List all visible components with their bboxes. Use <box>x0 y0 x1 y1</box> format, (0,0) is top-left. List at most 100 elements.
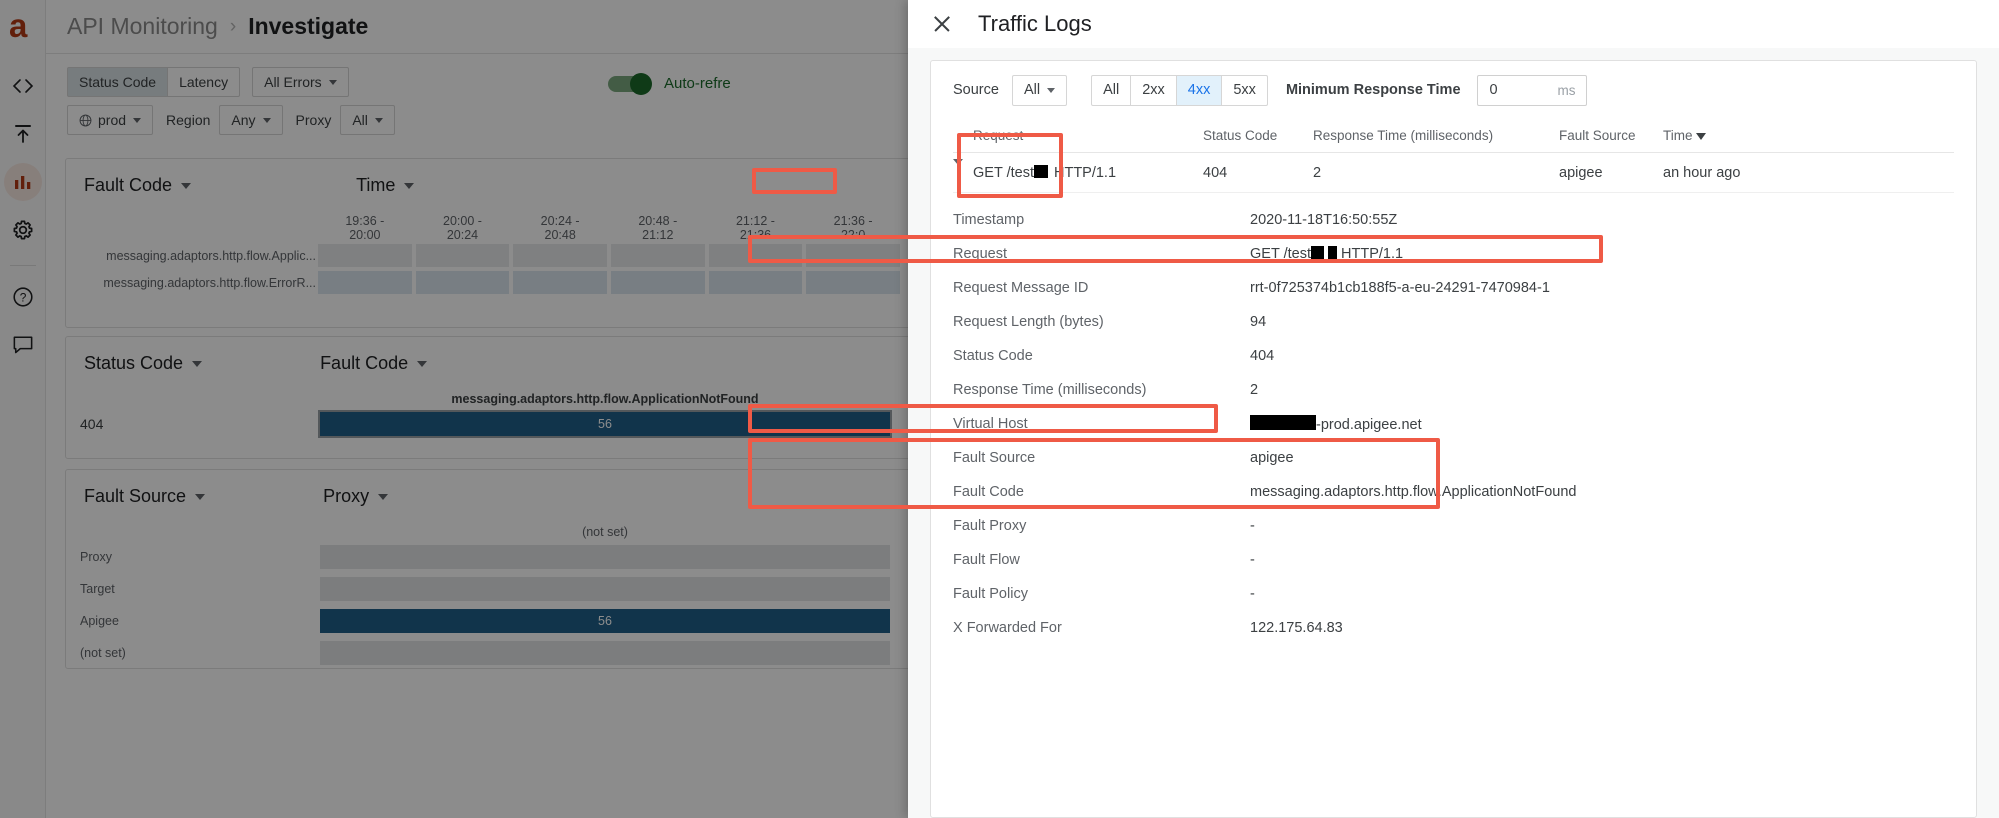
detail-row-timestamp: Timestamp 2020-11-18T16:50:55Z <box>953 203 1954 237</box>
bar-row-label: Target <box>80 582 115 596</box>
detail-key: X Forwarded For <box>953 620 1062 636</box>
chevron-down-icon[interactable] <box>404 182 415 189</box>
chevron-down-icon[interactable] <box>195 493 206 500</box>
chevron-down-icon[interactable] <box>192 360 203 367</box>
chevron-down-icon <box>328 79 337 85</box>
card-title-fault-code: Fault Code <box>84 175 173 195</box>
column-header-fault-source[interactable]: Fault Source <box>1559 128 1663 143</box>
chevron-down-icon <box>1047 87 1056 93</box>
breadcrumb-separator: › <box>229 15 237 37</box>
redaction-block <box>1033 164 1048 178</box>
detail-key: Status Code <box>953 348 1033 364</box>
detail-value: 2020-11-18T16:50:55Z <box>1250 212 1398 228</box>
panel-body: Source All All 2xx 4xx 5xx Minimum Respo… <box>908 48 1999 818</box>
all-errors-label: All Errors <box>264 74 322 90</box>
region-dropdown[interactable]: Any <box>219 105 283 135</box>
chevron-down-icon[interactable] <box>181 182 192 189</box>
minimum-response-time-field[interactable]: ms <box>1476 74 1587 106</box>
heatmap-time-bucket: 21:36 -22:0 <box>833 214 873 242</box>
environment-dropdown[interactable]: prod <box>67 105 154 135</box>
status-filter-2xx[interactable]: 2xx <box>1130 74 1177 106</box>
detail-value: 94 <box>1250 314 1267 330</box>
heatmap-cell[interactable] <box>316 242 414 269</box>
heatmap-cell[interactable] <box>413 269 512 296</box>
detail-row-request-length: Request Length (bytes) 94 <box>953 305 1954 339</box>
card-title-proxy: Proxy <box>323 486 370 506</box>
detail-value: - <box>1250 586 1255 602</box>
card-title-fault-code: Fault Code <box>320 353 409 373</box>
detail-row-response-time: Response Time (milliseconds) 2 <box>953 373 1954 407</box>
heatmap-row-label: messaging.adaptors.http.flow.ErrorR... <box>103 275 316 290</box>
minimum-response-time-input[interactable] <box>1487 81 1558 99</box>
detail-value: apigee <box>1250 450 1294 466</box>
bar-segment[interactable] <box>320 545 890 569</box>
card-header: Fault Code Time <box>66 159 926 196</box>
heatmap-cell[interactable] <box>804 242 902 269</box>
bar-segment[interactable]: 56 <box>320 609 890 633</box>
status-filter-4xx[interactable]: 4xx <box>1175 74 1223 106</box>
detail-row-request-message-id: Request Message ID rrt-0f725374b1cb188f5… <box>953 271 1954 305</box>
gear-icon <box>13 220 32 240</box>
tab-status-code[interactable]: Status Code <box>67 67 169 97</box>
detail-row-request: Request GET /test HTTP/1.1 <box>953 237 1954 271</box>
bar-row-label: Proxy <box>80 550 112 564</box>
logs-table: Request Status Code Response Time (milli… <box>931 119 1976 645</box>
detail-row-virtual-host: Virtual Host -prod.apigee.net <box>953 407 1954 441</box>
row-detail-panel: Timestamp 2020-11-18T16:50:55Z Request G… <box>953 193 1954 645</box>
detail-key: Fault Policy <box>953 586 1028 602</box>
detail-key: Timestamp <box>953 212 1025 228</box>
column-header-request[interactable]: Request <box>973 128 1203 143</box>
heatmap-cell[interactable] <box>608 269 707 296</box>
tab-latency[interactable]: Latency <box>167 67 241 97</box>
chevron-down-icon[interactable] <box>417 360 428 367</box>
breadcrumb: API Monitoring › Investigate <box>46 0 908 54</box>
card-title-status-code: Status Code <box>84 353 184 373</box>
bar-row-label: 404 <box>80 416 104 432</box>
column-header-time[interactable]: Time <box>1663 128 1793 143</box>
auto-refresh-toggle[interactable] <box>608 72 652 95</box>
all-errors-dropdown[interactable]: All Errors <box>252 67 349 97</box>
heatmap-cell[interactable] <box>706 242 805 269</box>
column-header-status-code[interactable]: Status Code <box>1203 128 1313 143</box>
column-header-response-time[interactable]: Response Time (milliseconds) <box>1313 128 1559 143</box>
chevron-down-icon[interactable] <box>378 493 389 500</box>
heatmap-cell[interactable] <box>511 242 609 269</box>
sidebar-item-feedback[interactable] <box>4 326 42 364</box>
table-row[interactable]: GET /test HTTP/1.1 404 2 apigee an hour a… <box>953 153 1954 193</box>
heatmap-cell[interactable] <box>608 242 707 269</box>
heatmap-cell[interactable] <box>413 242 512 269</box>
cell-status-code: 404 <box>1203 164 1228 181</box>
row-expand-toggle[interactable] <box>953 158 973 181</box>
status-filter-all[interactable]: All <box>1091 74 1132 106</box>
column-header-time-label: Time <box>1663 128 1693 143</box>
sidebar-item-admin[interactable] <box>4 211 42 249</box>
proxy-value: All <box>352 112 368 128</box>
close-icon[interactable] <box>931 13 953 35</box>
detail-value: 122.175.64.83 <box>1250 620 1343 636</box>
region-label: Region <box>166 112 211 128</box>
bar-segment[interactable] <box>320 641 890 665</box>
bar-segment[interactable] <box>320 577 890 601</box>
auto-refresh-control[interactable]: Auto-refre <box>608 72 731 95</box>
proxy-dropdown[interactable]: All <box>340 105 395 135</box>
bar-segment[interactable]: 56 <box>318 410 892 438</box>
heatmap-cell[interactable] <box>511 269 609 296</box>
proxy-label: Proxy <box>295 112 332 128</box>
heatmap-cell[interactable] <box>804 269 902 296</box>
detail-value: 2 <box>1250 382 1259 398</box>
breadcrumb-parent[interactable]: API Monitoring <box>67 13 218 40</box>
sidebar-item-publish[interactable] <box>4 115 42 153</box>
heatmap-cell[interactable] <box>316 269 414 296</box>
chevron-down-icon <box>953 158 963 181</box>
sidebar-item-analyze[interactable] <box>3 163 42 201</box>
code-icon <box>12 79 33 93</box>
source-dropdown[interactable]: All <box>1011 74 1068 106</box>
status-filter-5xx[interactable]: 5xx <box>1221 74 1268 106</box>
minimum-response-time-label: Minimum Response Time <box>1285 82 1461 98</box>
heatmap-cell[interactable] <box>706 269 805 296</box>
cell-response-time: 2 <box>1313 164 1322 181</box>
heatmap-header-row: 19:36 -20:00 20:00 -20:24 20:24 -20:48 2… <box>66 214 926 242</box>
cell-fault-source: apigee <box>1559 164 1603 181</box>
sidebar-item-help[interactable]: ? <box>4 278 42 316</box>
sidebar-item-develop[interactable] <box>4 67 42 105</box>
